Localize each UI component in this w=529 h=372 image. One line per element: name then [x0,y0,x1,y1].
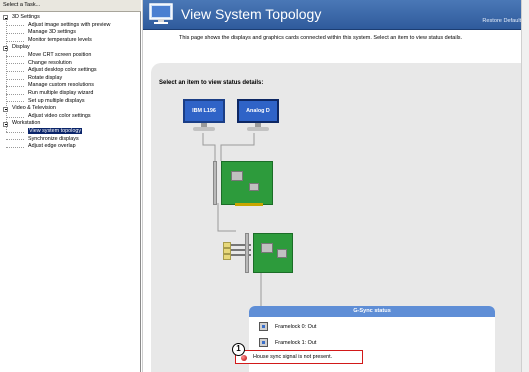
memory-chip [249,183,259,191]
monitor-base [193,127,215,131]
content-pane: View System Topology Restore Defaults Th… [142,0,529,372]
tree-item-adjust-edge-overlap[interactable]: Adjust edge overlap [0,143,140,151]
card-bracket [245,233,249,273]
tree-category-3d-settings[interactable]: 3D Settings [0,14,140,22]
card-board [221,161,273,205]
task-pane: Select a Task... 3D Settings Adjust imag… [0,0,141,372]
tree-item-adjust-image-settings[interactable]: Adjust image settings with preview [0,22,140,30]
monitor-label: IBM L196 [183,99,225,123]
page-banner: View System Topology Restore Defaults [143,0,529,30]
tree-item-monitor-temperature[interactable]: Monitor temperature levels [0,37,140,45]
tree-item-manage-3d-settings[interactable]: Manage 3D settings [0,29,140,37]
framelock-icon [259,338,268,347]
gpu-chip [231,171,243,181]
topology-icon [149,3,173,24]
pci-connector [235,203,263,206]
framelock-icon [259,322,268,331]
gsync-card[interactable] [245,233,293,273]
tree-item-set-up-multiple-displays[interactable]: Set up multiple displays [0,98,140,106]
page-title: View System Topology [181,6,322,22]
bnc-connector-icon [223,254,231,260]
card-bracket [213,161,217,205]
tree-item-move-crt[interactable]: Move CRT screen position [0,52,140,60]
collapse-icon[interactable] [3,121,8,127]
monitor-base [247,127,269,131]
tree-item-adjust-video-color[interactable]: Adjust video color settings [0,113,140,121]
collapse-icon[interactable] [3,106,8,112]
monitor-label: Analog D [237,99,279,123]
red-status-icon [241,354,247,361]
tree-item-view-system-topology[interactable]: View system topology [0,127,140,136]
topology-panel: Select an item to view status details: I… [151,63,529,372]
tree-category-workstation[interactable]: Workstation [0,120,140,128]
collapse-icon[interactable] [3,15,8,21]
gsync-status-title: G-Sync status [249,306,495,317]
vertical-scrollbar[interactable] [521,0,529,372]
gsync-chip [261,243,273,253]
tree-category-display[interactable]: Display [0,44,140,52]
graphics-card-1[interactable] [213,161,273,206]
house-sync-warning: House sync signal is not present. [235,350,363,364]
collapse-icon[interactable] [3,45,8,51]
callout-number: 1 [232,343,245,356]
tree-item-rotate-display[interactable]: Rotate display [0,75,140,83]
page-description: This page shows the displays and graphic… [179,35,463,41]
controller-chip [277,249,287,258]
card-board [253,233,293,273]
monitor-analog[interactable]: Analog D [237,99,279,133]
tree-item-change-resolution[interactable]: Change resolution [0,60,140,68]
task-pane-header: Select a Task... [0,0,141,12]
tree-category-video-television[interactable]: Video & Television [0,105,140,113]
tree-item-synchronize-displays[interactable]: Synchronize displays [0,136,140,144]
tree-item-manage-custom-resolutions[interactable]: Manage custom resolutions [0,82,140,90]
task-tree: 3D Settings Adjust image settings with p… [0,14,140,151]
restore-defaults-link[interactable]: Restore Defaults [482,18,524,24]
tree-item-run-multiple-display-wizard[interactable]: Run multiple display wizard [0,90,140,98]
monitor-ibm-l196[interactable]: IBM L196 [183,99,225,133]
tree-item-adjust-desktop-color[interactable]: Adjust desktop color settings [0,67,140,75]
